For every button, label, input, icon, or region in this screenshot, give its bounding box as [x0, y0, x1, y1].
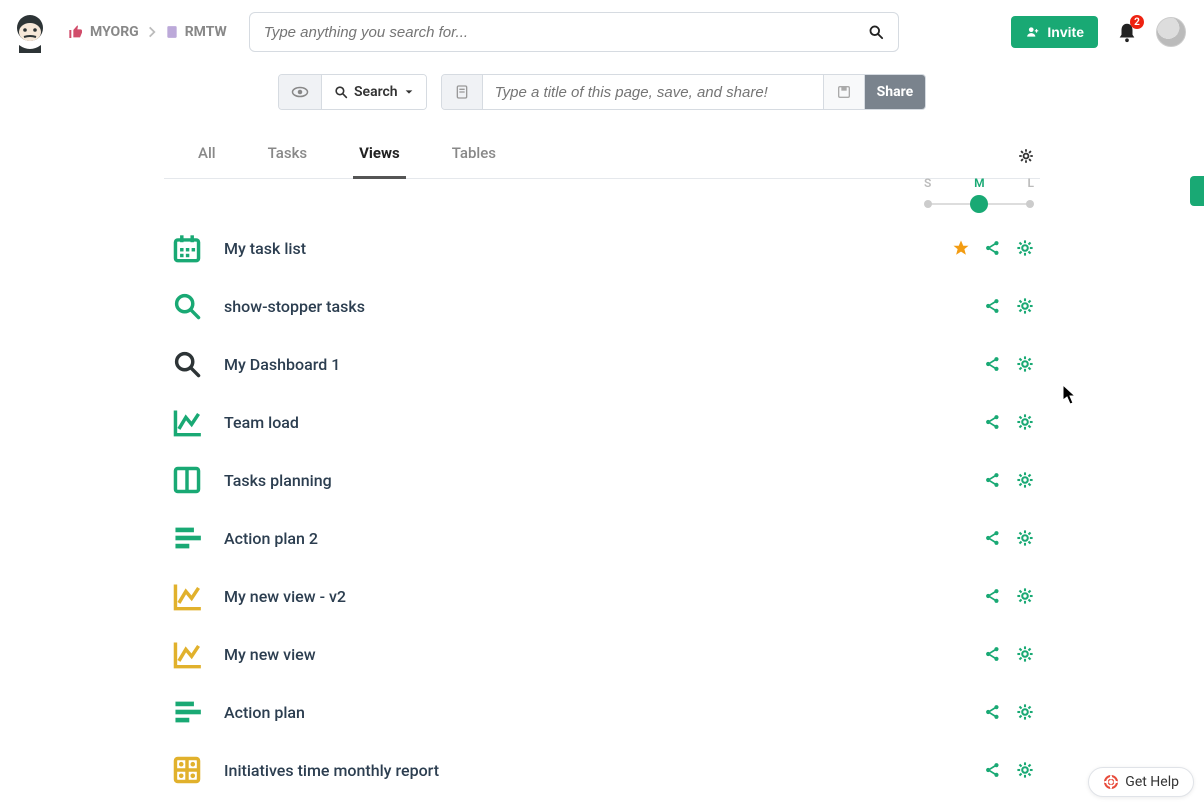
cursor: [1062, 384, 1078, 406]
view-label: show-stopper tasks: [224, 297, 365, 316]
save-button[interactable]: [823, 75, 865, 109]
chart-icon: [170, 407, 204, 437]
side-panel-toggle[interactable]: [1190, 176, 1204, 206]
page-title-input[interactable]: [483, 75, 823, 109]
gear-icon[interactable]: [1016, 355, 1034, 373]
share-icon[interactable]: [984, 761, 1002, 779]
view-row[interactable]: Action plan: [164, 683, 1040, 741]
view-label: Initiatives time monthly report: [224, 761, 439, 780]
star-icon[interactable]: [952, 239, 970, 257]
search-icon[interactable]: [868, 24, 884, 40]
search-icon: [170, 349, 204, 379]
avatar[interactable]: [1156, 17, 1186, 47]
calendar-icon: [170, 233, 204, 263]
view-row[interactable]: Team load: [164, 393, 1040, 451]
chart-icon: [170, 581, 204, 611]
notification-badge: 2: [1130, 15, 1144, 29]
lifebuoy-icon: [1103, 774, 1119, 790]
search-dropdown-button[interactable]: Search: [322, 75, 426, 109]
view-label: Action plan 2: [224, 529, 318, 548]
page-icon: [454, 84, 470, 100]
view-label: My task list: [224, 239, 306, 258]
view-label: Team load: [224, 413, 299, 432]
view-row[interactable]: Initiatives time monthly report: [164, 741, 1040, 799]
gear-icon[interactable]: [1016, 645, 1034, 663]
lines-icon: [170, 523, 204, 553]
breadcrumb-org[interactable]: MYORG: [90, 24, 139, 40]
gear-icon[interactable]: [1016, 471, 1034, 489]
gear-icon[interactable]: [1016, 297, 1034, 315]
notifications-button[interactable]: 2: [1116, 21, 1138, 43]
size-m: M: [974, 176, 985, 190]
eye-icon: [291, 83, 309, 101]
view-label: Tasks planning: [224, 471, 332, 490]
share-icon[interactable]: [984, 239, 1002, 257]
share-icon[interactable]: [984, 413, 1002, 431]
view-row[interactable]: My new view: [164, 625, 1040, 683]
chart-icon: [170, 639, 204, 669]
size-slider[interactable]: S M L: [924, 176, 1034, 214]
view-row[interactable]: show-stopper tasks: [164, 277, 1040, 335]
global-search[interactable]: [249, 12, 899, 52]
view-row[interactable]: Tasks planning: [164, 451, 1040, 509]
search-icon: [170, 291, 204, 321]
breadcrumb-page[interactable]: RMTW: [185, 24, 227, 40]
grid-icon: [170, 755, 204, 785]
page-icon: [165, 24, 179, 40]
get-help-button[interactable]: Get Help: [1088, 767, 1194, 797]
chevron-down-icon: [404, 87, 414, 97]
page-type-button[interactable]: [442, 75, 483, 109]
gear-icon[interactable]: [1016, 529, 1034, 547]
share-icon[interactable]: [984, 355, 1002, 373]
view-label: Action plan: [224, 703, 305, 722]
lines-icon: [170, 697, 204, 727]
invite-label: Invite: [1047, 24, 1084, 40]
view-label: My new view: [224, 645, 316, 664]
share-icon[interactable]: [984, 645, 1002, 663]
gear-icon: [1018, 148, 1034, 164]
search-dropdown-label: Search: [354, 84, 398, 100]
gear-icon[interactable]: [1016, 703, 1034, 721]
search-icon: [334, 85, 348, 99]
tab-tables[interactable]: Tables: [446, 144, 502, 178]
share-icon[interactable]: [984, 297, 1002, 315]
get-help-label: Get Help: [1125, 774, 1179, 790]
view-row[interactable]: My Dashboard 1: [164, 335, 1040, 393]
breadcrumb: MYORG RMTW: [68, 24, 227, 40]
share-label: Share: [877, 84, 914, 100]
gear-icon[interactable]: [1016, 587, 1034, 605]
tab-views[interactable]: Views: [353, 144, 406, 179]
invite-button[interactable]: Invite: [1011, 16, 1098, 48]
view-row[interactable]: My task list: [164, 219, 1040, 277]
tabs-settings-button[interactable]: [1018, 148, 1040, 174]
share-icon[interactable]: [984, 703, 1002, 721]
app-logo[interactable]: [10, 13, 50, 51]
tab-all[interactable]: All: [192, 144, 222, 178]
visibility-button[interactable]: [279, 75, 322, 109]
gear-icon[interactable]: [1016, 413, 1034, 431]
save-icon: [836, 84, 852, 100]
share-button[interactable]: Share: [865, 75, 926, 109]
tab-tasks[interactable]: Tasks: [262, 144, 314, 178]
view-label: My new view - v2: [224, 587, 346, 606]
gear-icon[interactable]: [1016, 761, 1034, 779]
slider-knob[interactable]: [970, 195, 988, 213]
share-icon[interactable]: [984, 529, 1002, 547]
share-icon[interactable]: [984, 587, 1002, 605]
thumbs-up-icon: [68, 24, 84, 40]
size-s: S: [924, 176, 931, 190]
view-label: My Dashboard 1: [224, 355, 340, 374]
view-row[interactable]: My new view - v2: [164, 567, 1040, 625]
columns-icon: [170, 465, 204, 495]
chevron-right-icon: [145, 25, 159, 39]
gear-icon[interactable]: [1016, 239, 1034, 257]
search-input[interactable]: [264, 24, 868, 41]
view-row[interactable]: Action plan 2: [164, 509, 1040, 567]
share-icon[interactable]: [984, 471, 1002, 489]
user-plus-icon: [1025, 25, 1041, 39]
size-l: L: [1027, 176, 1034, 190]
